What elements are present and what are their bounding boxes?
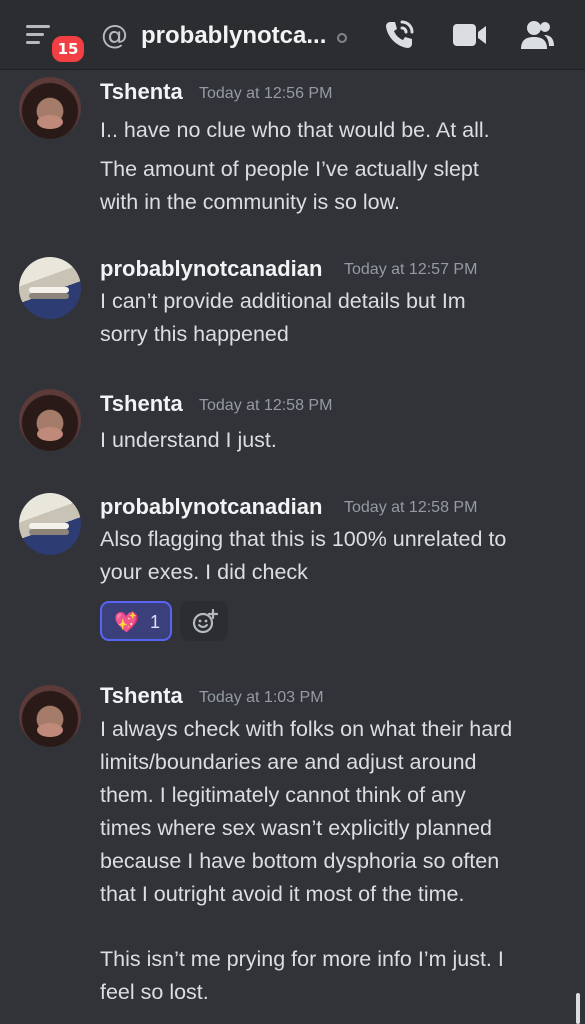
menu-button[interactable]: 15 <box>26 22 87 65</box>
username[interactable]: probablynotcanadian <box>100 256 322 282</box>
add-reaction-icon <box>192 609 218 634</box>
message-text: limits/boundaries are and adjust around <box>100 750 477 774</box>
video-call-button[interactable] <box>452 20 488 56</box>
timestamp: Today at 12:57 PM <box>344 261 478 278</box>
offline-status-icon <box>337 33 347 43</box>
message-text: The amount of people I’ve actually slept <box>100 157 479 181</box>
at-icon: @ <box>101 20 128 51</box>
message-text: with in the community is so low. <box>100 190 400 214</box>
username[interactable]: Tshenta <box>100 391 183 417</box>
reaction-button[interactable]: 💖 1 <box>100 601 172 641</box>
username[interactable]: Tshenta <box>100 683 183 709</box>
members-button[interactable] <box>520 18 556 54</box>
reaction-count: 1 <box>150 612 161 632</box>
members-icon <box>521 21 554 49</box>
menu-icon <box>26 25 50 44</box>
message-text: I can’t provide additional details but I… <box>100 289 466 313</box>
avatar[interactable] <box>19 77 81 139</box>
message-text: because I have bottom dysphoria so often <box>100 849 500 873</box>
message-text: I always check with folks on what their … <box>100 717 513 741</box>
username[interactable]: Tshenta <box>100 79 183 105</box>
message-text: This isn’t me prying for more info I’m j… <box>100 947 504 971</box>
avatar[interactable] <box>19 389 81 451</box>
avatar[interactable] <box>19 493 81 555</box>
scrollbar[interactable] <box>576 993 580 1024</box>
message-text: I understand I just. <box>100 428 277 452</box>
message-text: Also flagging that this is 100% unrelate… <box>100 527 507 551</box>
timestamp: Today at 12:56 PM <box>199 85 333 102</box>
message-text: sorry this happened <box>100 322 289 346</box>
channel-title[interactable]: probablynotca... <box>141 21 326 51</box>
message-text: that I outright avoid it most of the tim… <box>100 882 465 906</box>
sparkling-heart-icon: 💖 <box>114 610 139 634</box>
unread-badge: 15 <box>49 33 87 65</box>
message-text: your exes. I did check <box>100 560 308 584</box>
timestamp: Today at 1:03 PM <box>199 689 324 706</box>
message-text: I.. have no clue who that would be. At a… <box>100 118 490 142</box>
voice-call-button[interactable] <box>382 18 418 54</box>
channel-header: 15 @ probablynotca... <box>0 0 585 70</box>
video-icon <box>453 24 486 46</box>
username[interactable]: probablynotcanadian <box>100 494 322 520</box>
add-reaction-button[interactable] <box>180 601 228 641</box>
message-text: times where sex wasn’t explicitly planne… <box>100 816 492 840</box>
call-icon <box>386 20 414 48</box>
avatar[interactable] <box>19 685 81 747</box>
timestamp: Today at 12:58 PM <box>344 499 478 516</box>
message-text: them. I legitimately cannot think of any <box>100 783 466 807</box>
timestamp: Today at 12:58 PM <box>199 397 333 414</box>
message-text: feel so lost. <box>100 980 209 1004</box>
avatar[interactable] <box>19 257 81 319</box>
